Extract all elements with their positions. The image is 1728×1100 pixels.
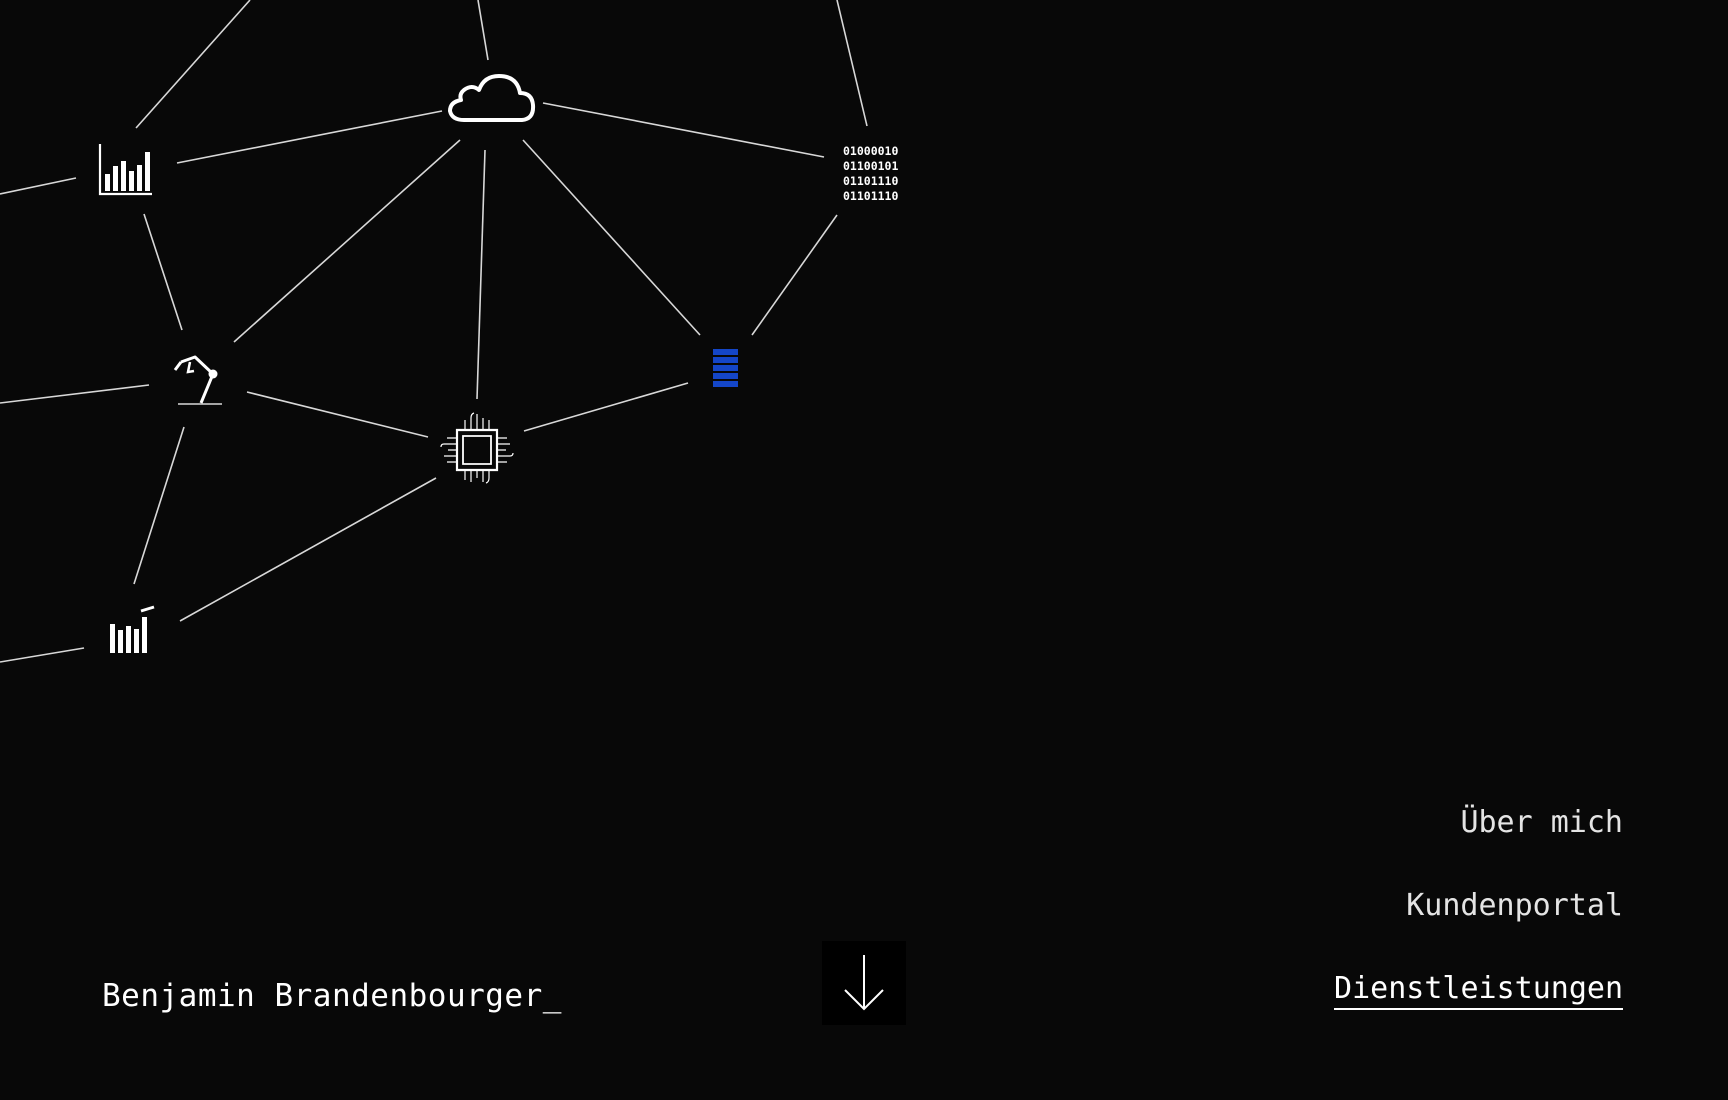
network-lines [0,0,868,663]
cloud-icon [450,76,533,120]
bar-chart-icon [100,144,152,194]
cpu-chip-icon [441,413,513,483]
binary-line: 01000010 [843,144,898,158]
robot-arm-icon [175,357,222,404]
brand-name[interactable]: Benjamin Brandenbourger_ [102,978,562,1014]
nav-link-kundenportal[interactable]: Kundenportal [1406,888,1623,924]
rising-bars-icon [110,605,155,653]
nav-link-ueber-mich[interactable]: Über mich [1460,805,1623,841]
binary-line: 01101110 [843,174,898,188]
binary-line: 01100101 [843,159,898,173]
binary-line: 01101110 [843,189,898,203]
main-nav: Über mich Kundenportal Dienstleistungen [1334,805,1623,1010]
scroll-down-button[interactable] [822,941,906,1025]
server-rack-icon [713,349,738,387]
arrow-down-icon [844,955,884,1011]
binary-code-icon: 01000010 01100101 01101110 01101110 [843,144,898,203]
nav-link-dienstleistungen[interactable]: Dienstleistungen [1334,971,1623,1010]
